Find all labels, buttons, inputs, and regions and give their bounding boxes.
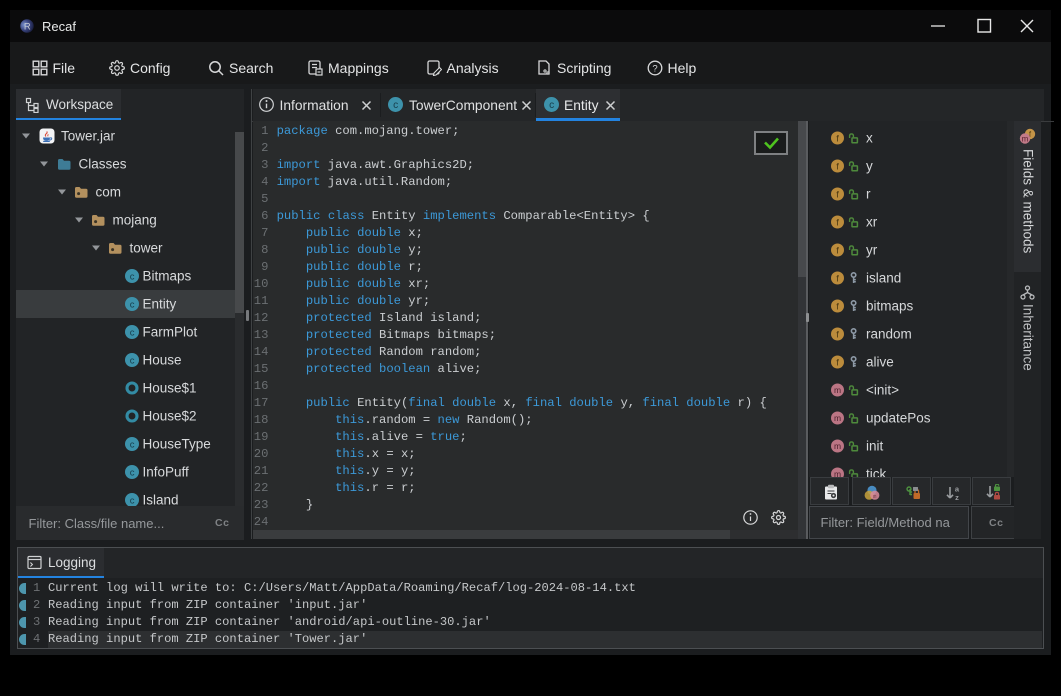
svg-text:f: f [836, 218, 839, 229]
svg-text:f: f [836, 302, 839, 313]
svg-text:m: m [834, 469, 841, 476]
svg-text:c: c [129, 355, 134, 366]
svg-text:f: f [836, 274, 839, 285]
svg-text:m: m [834, 385, 841, 395]
svg-text:z: z [955, 493, 959, 501]
svg-text:m: m [834, 413, 841, 423]
svg-text:m: m [1022, 134, 1029, 143]
svg-text:m: m [834, 441, 841, 451]
svg-text:c: c [129, 467, 134, 478]
svg-text:R: R [24, 21, 31, 32]
svg-text:c: c [129, 495, 134, 506]
svg-text:c: c [393, 100, 398, 111]
svg-text:f: f [836, 246, 839, 257]
svg-text:c: c [129, 271, 134, 282]
svg-text:?: ? [652, 63, 657, 74]
svg-text:c: c [129, 327, 134, 338]
svg-text:f: f [836, 358, 839, 369]
svg-text:f: f [836, 330, 839, 341]
svg-text:f: f [836, 190, 839, 201]
svg-text:c: c [129, 299, 134, 310]
svg-text:c: c [549, 100, 554, 111]
svg-text:c: c [129, 439, 134, 450]
svg-text:f: f [836, 162, 839, 173]
svg-text:f: f [836, 134, 839, 145]
